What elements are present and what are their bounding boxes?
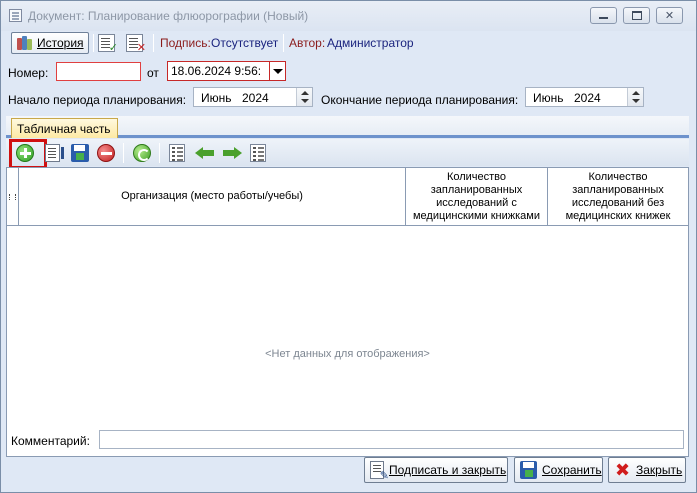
- number-field[interactable]: [56, 62, 141, 81]
- comment-label: Комментарий:: [11, 434, 90, 448]
- signature-value: Отсутствует: [211, 36, 279, 50]
- chevron-down-icon[interactable]: [269, 62, 285, 80]
- spin-arrows-icon[interactable]: [296, 88, 312, 106]
- document-unsign-icon[interactable]: [126, 34, 146, 54]
- empty-grid-message: <Нет данных для отображения>: [265, 348, 430, 360]
- document-toolbar: История Подпись: Отсутствует Автор: Адми…: [5, 31, 693, 55]
- document-app-icon: [9, 9, 22, 22]
- document-window: Документ: Планирование флюорографии (Нов…: [0, 0, 697, 493]
- data-grid: Организация (место работы/учебы) Количес…: [6, 167, 689, 457]
- period-start-label: Начало периода планирования:: [8, 93, 187, 107]
- period-start-month: Июнь: [201, 91, 232, 105]
- delete-icon[interactable]: [97, 144, 115, 162]
- refresh-icon[interactable]: [133, 144, 151, 162]
- period-end-label: Окончание периода планирования:: [321, 93, 519, 107]
- date-from-label: от: [147, 66, 159, 80]
- close-label: Закрыть: [636, 463, 683, 477]
- column-chooser-icon[interactable]: [7, 168, 19, 226]
- title-bar: Документ: Планирование флюорографии (Нов…: [1, 1, 696, 31]
- minimize-button[interactable]: [590, 7, 617, 24]
- history-button-label: История: [37, 36, 84, 50]
- date-value: 18.06.2024 9:56:: [171, 64, 262, 78]
- close-button[interactable]: Закрыть: [608, 457, 686, 483]
- toolbar-separator: [93, 34, 94, 52]
- number-label: Номер:: [8, 66, 49, 80]
- date-field[interactable]: 18.06.2024 9:56:: [167, 61, 286, 81]
- period-end-month: Июнь: [533, 91, 564, 105]
- add-button-highlight: [9, 139, 47, 169]
- period-start-year: 2024: [242, 91, 269, 105]
- close-window-button[interactable]: ✕: [656, 7, 683, 24]
- save-label: Сохранить: [542, 463, 602, 477]
- sign-and-close-label: Подписать и закрыть: [389, 463, 507, 477]
- history-button[interactable]: История: [11, 32, 89, 54]
- toolbar-separator: [153, 34, 154, 52]
- period-start-spinner[interactable]: Июнь 2024: [193, 87, 313, 107]
- period-end-spinner[interactable]: Июнь 2024: [525, 87, 644, 107]
- toolbar-separator: [159, 143, 160, 163]
- list-icon[interactable]: [169, 144, 185, 162]
- arrow-left-icon[interactable]: [195, 144, 215, 162]
- window-title: Документ: Планирование флюорографии (Нов…: [28, 9, 309, 23]
- signature-label: Подпись:: [160, 36, 211, 50]
- tab-table-part[interactable]: Табличная часть: [11, 118, 118, 138]
- save-button[interactable]: Сохранить: [514, 457, 603, 483]
- save-icon: [520, 461, 537, 479]
- column-header-without-books[interactable]: Количество запланированных исследований …: [548, 168, 688, 226]
- books-icon: [17, 36, 33, 50]
- spin-arrows-icon[interactable]: [627, 88, 643, 106]
- save-icon[interactable]: [71, 144, 89, 162]
- sign-and-close-button[interactable]: Подписать и закрыть: [364, 457, 508, 483]
- toolbar-separator: [283, 34, 284, 52]
- author-label: Автор:: [289, 36, 326, 50]
- client-area: История Подпись: Отсутствует Автор: Адми…: [5, 31, 693, 490]
- arrow-right-icon[interactable]: [222, 144, 242, 162]
- close-icon: [614, 461, 631, 479]
- column-header-organization[interactable]: Организация (место работы/учебы): [19, 168, 406, 226]
- list-icon[interactable]: [250, 144, 266, 162]
- period-end-year: 2024: [574, 91, 601, 105]
- toolbar-separator: [123, 143, 124, 163]
- maximize-button[interactable]: [623, 7, 650, 24]
- comment-field[interactable]: [99, 430, 684, 449]
- document-sign-icon: [370, 461, 389, 482]
- document-sign-icon[interactable]: [98, 34, 118, 54]
- author-value: Администратор: [327, 36, 414, 50]
- edit-icon[interactable]: [45, 144, 64, 162]
- column-header-with-books[interactable]: Количество запланированных исследований …: [406, 168, 548, 226]
